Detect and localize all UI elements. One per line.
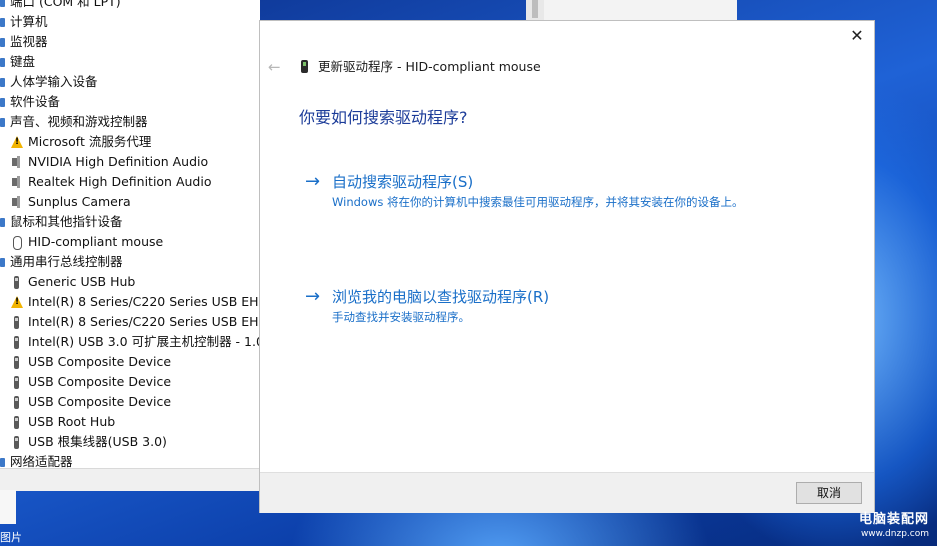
tree-item-label: USB Composite Device xyxy=(28,374,172,389)
warning-icon xyxy=(10,135,23,149)
usb-icon xyxy=(10,435,22,449)
tree-device-item[interactable]: Intel(R) 8 Series/C220 Series USB EHCI # xyxy=(10,312,260,332)
desktop-icon[interactable] xyxy=(0,490,16,524)
device-manager-tree: 端口 (COM 和 LPT) 计算机监视器键盘人体学输入设备 软件设备声音、视频和游… xyxy=(0,0,260,468)
usb-category-icon xyxy=(0,256,6,268)
usb-icon xyxy=(10,315,22,329)
tree-device-item[interactable]: NVIDIA High Definition Audio xyxy=(10,152,208,172)
tree-device-item[interactable]: Intel(R) 8 Series/C220 Series USB EHCI # xyxy=(10,292,260,312)
background-scrollbar[interactable] xyxy=(526,0,544,22)
update-driver-dialog: ✕ ← 更新驱动程序 - HID-compliant mouse 你要如何搜索驱… xyxy=(260,21,874,513)
mouse-icon xyxy=(10,235,22,250)
tree-item-label: Generic USB Hub xyxy=(28,274,136,289)
device-manager-scrollbar[interactable] xyxy=(0,468,260,491)
tree-device-item[interactable]: USB 根集线器(USB 3.0) xyxy=(10,432,167,452)
desktop-icon-label: 图片 xyxy=(0,531,22,544)
auto-search-title[interactable]: 自动搜索驱动程序(S) xyxy=(332,172,473,192)
browse-title[interactable]: 浏览我的电脑以查找驱动程序(R) xyxy=(332,287,549,307)
audio-device-icon xyxy=(10,155,22,169)
auto-search-option[interactable]: → 自动搜索驱动程序(S) Windows 将在你的计算机中搜索最佳可用驱动程序… xyxy=(305,172,825,212)
usb-icon xyxy=(10,375,22,389)
tree-category-item[interactable]: 声音、视频和游戏控制器 xyxy=(0,112,148,132)
device-icon xyxy=(301,60,309,74)
tree-item-label: 网络适配器 xyxy=(10,454,73,468)
cancel-button[interactable]: 取消 xyxy=(796,482,862,504)
tree-item-label: Microsoft 流服务代理 xyxy=(28,134,152,149)
tree-category-item[interactable]: 鼠标和其他指针设备 xyxy=(0,212,123,232)
tree-device-item[interactable]: USB Composite Device xyxy=(10,392,171,412)
tree-category-item[interactable]: 计算机 xyxy=(0,12,48,32)
tree-item-label: Realtek High Definition Audio xyxy=(28,174,212,189)
warning-icon xyxy=(10,295,23,309)
audio-device-icon xyxy=(10,175,22,189)
tree-item-label: 端口 (COM 和 LPT) xyxy=(10,0,121,9)
tree-item-label: Intel(R) 8 Series/C220 Series USB EHCI # xyxy=(28,294,260,309)
port-icon xyxy=(0,0,6,8)
tree-item-label: 软件设备 xyxy=(10,94,61,109)
sound-icon xyxy=(0,116,6,128)
tree-device-item[interactable]: Sunplus Camera xyxy=(10,192,131,212)
hid-icon xyxy=(0,76,6,88)
computer-icon xyxy=(0,16,6,28)
usb-icon xyxy=(10,395,22,409)
tree-device-item[interactable]: USB Root Hub xyxy=(10,412,115,432)
tree-device-item[interactable]: Realtek High Definition Audio xyxy=(10,172,211,192)
tree-item-label: 监视器 xyxy=(10,34,48,49)
tree-category-item[interactable]: 人体学输入设备 xyxy=(0,72,98,92)
tree-category-item[interactable]: 网络适配器 xyxy=(0,452,73,468)
tree-item-label: 人体学输入设备 xyxy=(10,74,98,89)
tree-device-item[interactable]: HID-compliant mouse xyxy=(10,232,163,252)
tree-item-label: USB Root Hub xyxy=(28,414,116,429)
usb-icon xyxy=(10,415,22,429)
tree-category-item[interactable]: 端口 (COM 和 LPT) xyxy=(0,0,121,12)
usb-icon xyxy=(10,275,22,289)
tree-item-label: 通用串行总线控制器 xyxy=(10,254,123,269)
tree-category-item[interactable]: 软件设备 xyxy=(0,92,60,112)
usb-icon xyxy=(10,335,22,349)
network-icon xyxy=(0,456,6,468)
watermark-url: www.dnzp.com xyxy=(860,529,929,539)
monitor-icon xyxy=(0,36,6,48)
arrow-right-icon: → xyxy=(305,171,321,192)
usb-icon xyxy=(10,355,22,369)
tree-item-label: Intel(R) 8 Series/C220 Series USB EHCI # xyxy=(28,314,260,329)
close-button[interactable]: ✕ xyxy=(848,27,866,45)
tree-item-label: NVIDIA High Definition Audio xyxy=(28,154,209,169)
browse-option[interactable]: → 浏览我的电脑以查找驱动程序(R) 手动查找并安装驱动程序。 xyxy=(305,287,825,327)
audio-device-icon xyxy=(10,195,22,209)
dialog-heading: 你要如何搜索驱动程序? xyxy=(299,108,468,127)
scrollbar-thumb[interactable] xyxy=(532,0,538,18)
mouse-category-icon xyxy=(0,216,6,228)
tree-device-item[interactable]: USB Composite Device xyxy=(10,352,171,372)
tree-item-label: 计算机 xyxy=(10,14,48,29)
background-window xyxy=(526,0,737,22)
tree-item-label: USB Composite Device xyxy=(28,354,172,369)
tree-item-label: USB 根集线器(USB 3.0) xyxy=(28,434,167,449)
tree-item-label: Intel(R) USB 3.0 可扩展主机控制器 - 1.0 (I xyxy=(28,334,260,349)
tree-item-label: 鼠标和其他指针设备 xyxy=(10,214,123,229)
tree-category-item[interactable]: 通用串行总线控制器 xyxy=(0,252,123,272)
software-device-icon xyxy=(0,96,6,108)
keyboard-icon xyxy=(0,56,6,68)
tree-item-label: HID-compliant mouse xyxy=(28,234,164,249)
tree-item-label: Sunplus Camera xyxy=(28,194,131,209)
tree-item-label: 键盘 xyxy=(10,54,36,69)
tree-item-label: USB Composite Device xyxy=(28,394,172,409)
auto-search-description: Windows 将在你的计算机中搜索最佳可用驱动程序，并将其安装在你的设备上。 xyxy=(332,195,744,209)
tree-device-item[interactable]: Intel(R) USB 3.0 可扩展主机控制器 - 1.0 (I xyxy=(10,332,260,352)
browse-description: 手动查找并安装驱动程序。 xyxy=(332,310,470,324)
dialog-title: 更新驱动程序 - HID-compliant mouse xyxy=(318,59,541,74)
watermark: 电脑装配网 www.dnzp.com xyxy=(859,512,929,540)
tree-device-item[interactable]: Generic USB Hub xyxy=(10,272,135,292)
tree-category-item[interactable]: 键盘 xyxy=(0,52,35,72)
tree-category-item[interactable]: 监视器 xyxy=(0,32,48,52)
dialog-footer: 取消 xyxy=(260,472,874,513)
tree-device-item[interactable]: USB Composite Device xyxy=(10,372,171,392)
arrow-right-icon: → xyxy=(305,286,321,307)
tree-device-item[interactable]: Microsoft 流服务代理 xyxy=(10,132,151,152)
tree-item-label: 声音、视频和游戏控制器 xyxy=(10,114,148,129)
watermark-brand: 电脑装配网 xyxy=(858,512,929,527)
back-arrow-icon[interactable]: ← xyxy=(268,59,284,75)
